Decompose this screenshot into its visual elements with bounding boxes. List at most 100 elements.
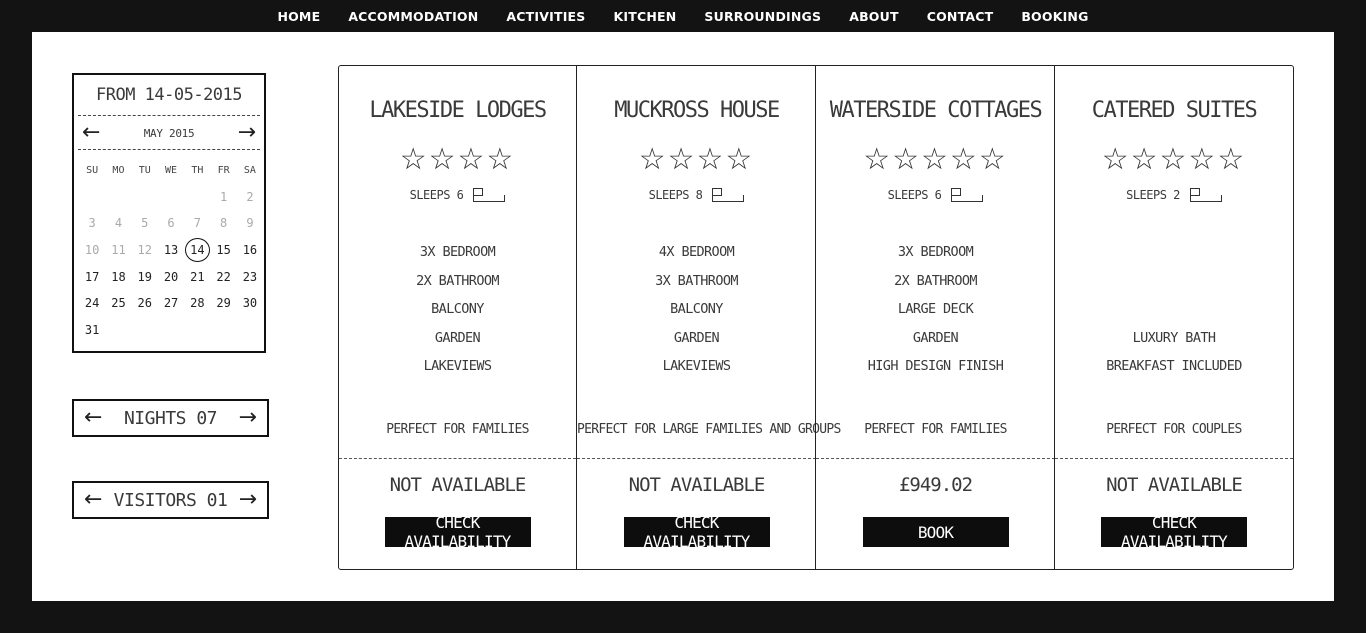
nav-about[interactable]: ABOUT: [849, 0, 899, 34]
check-availability-button[interactable]: CHECK AVAILABILITY: [623, 513, 770, 551]
nav-contact[interactable]: CONTACT: [927, 0, 994, 34]
accommodation-cards: LAKESIDE LODGES ☆☆☆☆ SLEEPS 6 3X BEDROOM 2X …: [338, 65, 1294, 570]
book-button[interactable]: BOOK: [862, 517, 1009, 547]
calendar-day[interactable]: 21: [184, 270, 210, 284]
calendar-day[interactable]: 15: [210, 243, 236, 257]
calendar-day[interactable]: 29: [210, 296, 236, 310]
nights-decrease-icon[interactable]: ←: [84, 407, 102, 429]
feature-item: LARGE DECK: [897, 301, 974, 318]
calendar-day[interactable]: 17: [79, 270, 105, 284]
bed-icon: [473, 188, 506, 202]
calendar-day[interactable]: 24: [79, 296, 105, 310]
card-tagline: PERFECT FOR LARGE FAMILIES AND GROUPS: [577, 422, 841, 437]
weekday-label: SU: [86, 164, 99, 176]
calendar-day[interactable]: 5: [132, 216, 158, 230]
calendar-day[interactable]: 18: [105, 270, 131, 284]
calendar-day[interactable]: 8: [210, 216, 236, 230]
calendar-day[interactable]: 13: [158, 243, 184, 257]
calendar-day[interactable]: 27: [158, 296, 184, 310]
calendar-day[interactable]: 7: [184, 216, 210, 230]
feature-item: GARDEN: [673, 329, 720, 346]
card-title: CATERED SUITES: [1091, 98, 1258, 123]
nights-label: NIGHTS 07: [123, 407, 218, 429]
calendar-grid: SU MO TU WE TH FR SA 1 2 3 4 5 6 7 8 9 10 11 12 13 14 15 16 17 1…: [79, 157, 263, 343]
calendar-day[interactable]: 19: [132, 270, 158, 284]
sleeps-label: SLEEPS 6: [409, 188, 464, 202]
sleeps-label: SLEEPS 8: [648, 188, 703, 202]
calendar-day[interactable]: 31: [79, 323, 105, 337]
top-nav: HOME ACCOMMODATION ACTIVITIES KITCHEN SU…: [0, 0, 1366, 34]
availability-status: NOT AVAILABLE: [628, 474, 766, 496]
visitors-increase-icon[interactable]: →: [239, 489, 257, 511]
accommodation-card: WATERSIDE COTTAGES ☆☆☆☆☆ SLEEPS 6 3X BEDROO…: [815, 66, 1055, 569]
feature-item: [1055, 295, 1293, 324]
calendar-day[interactable]: 23: [237, 270, 263, 284]
feature-item: [1055, 267, 1293, 296]
check-availability-button[interactable]: CHECK AVAILABILITY: [1101, 513, 1247, 551]
calendar-day[interactable]: 1: [210, 190, 236, 204]
calendar-day[interactable]: 28: [184, 296, 210, 310]
card-divider: [577, 458, 816, 459]
accommodation-card: CATERED SUITES ☆☆☆☆☆ SLEEPS 2 LUXURY BATH B…: [1054, 66, 1293, 569]
calendar-day[interactable]: 6: [158, 216, 184, 230]
feature-item: 4X BEDROOM: [658, 244, 735, 260]
calendar-day[interactable]: 12: [132, 243, 158, 257]
nav-home[interactable]: HOME: [277, 0, 320, 34]
rating-stars-icon: ☆☆☆☆: [399, 142, 516, 177]
feature-list: LUXURY BATH BREAKFAST INCLUDED: [1055, 238, 1293, 381]
feature-item: 3X BEDROOM: [419, 244, 496, 260]
bed-icon: [1189, 188, 1222, 202]
month-label: MAY 2015: [143, 126, 195, 140]
bed-icon: [712, 188, 745, 202]
card-tagline: PERFECT FOR FAMILIES: [864, 422, 1007, 437]
rating-stars-icon: ☆☆☆☆: [638, 142, 755, 177]
nav-accommodation[interactable]: ACCOMMODATION: [348, 0, 478, 34]
calendar-day[interactable]: 4: [105, 216, 131, 230]
weekday-label: TU: [138, 164, 151, 176]
check-availability-button[interactable]: CHECK AVAILABILITY: [384, 513, 531, 551]
calendar-day[interactable]: 2: [237, 190, 263, 204]
nav-activities[interactable]: ACTIVITIES: [506, 0, 585, 34]
calendar-day[interactable]: 25: [105, 296, 131, 310]
card-divider: [339, 458, 576, 459]
nights-stepper: ← NIGHTS 07 →: [72, 399, 269, 437]
availability-status: NOT AVAILABLE: [389, 474, 527, 496]
feature-item: HIGH DESIGN FINISH: [867, 358, 1004, 375]
feature-list: 3X BEDROOM 2X BATHROOM BALCONY GARDEN LAKEVI…: [339, 238, 576, 381]
weekday-label: SA: [243, 164, 256, 176]
feature-item: LAKEVIEWS: [423, 358, 492, 375]
card-title: MUCKROSS HOUSE: [614, 98, 780, 123]
calendar-day[interactable]: 30: [237, 296, 263, 310]
calendar-day[interactable]: 26: [132, 296, 158, 310]
feature-item: 2X BATHROOM: [416, 272, 499, 289]
card-divider: [1055, 458, 1293, 459]
arrow-left-icon[interactable]: ←: [82, 122, 100, 144]
calendar-day[interactable]: 3: [79, 216, 105, 230]
nav-kitchen[interactable]: KITCHEN: [614, 0, 677, 34]
feature-list: 4X BEDROOM 3X BATHROOM BALCONY GARDEN LAKEVI…: [577, 238, 816, 381]
rating-stars-icon: ☆☆☆☆☆: [1101, 142, 1247, 177]
calendar-divider: [78, 149, 260, 150]
nav-surroundings[interactable]: SURROUNDINGS: [704, 0, 821, 34]
visitors-decrease-icon[interactable]: ←: [84, 489, 102, 511]
accommodation-card: LAKESIDE LODGES ☆☆☆☆ SLEEPS 6 3X BEDROOM 2X …: [339, 66, 576, 569]
feature-item: 3X BATHROOM: [655, 272, 738, 289]
sleeps-label: SLEEPS 2: [1126, 188, 1180, 202]
calendar-day[interactable]: 9: [237, 216, 263, 230]
availability-status: £949.02: [898, 474, 973, 496]
calendar-day[interactable]: 16: [237, 243, 263, 257]
calendar-day[interactable]: 11: [105, 243, 131, 257]
feature-list: 3X BEDROOM 2X BATHROOM LARGE DECK GARDEN HIG…: [816, 238, 1055, 381]
calendar-day-selected[interactable]: 14: [184, 238, 211, 263]
bed-icon: [951, 188, 984, 202]
calendar-day[interactable]: 20: [158, 270, 184, 284]
calendar-day[interactable]: 10: [79, 243, 105, 257]
nav-booking[interactable]: BOOKING: [1021, 0, 1088, 34]
availability-status: NOT AVAILABLE: [1106, 474, 1243, 496]
weekday-label: FR: [217, 164, 230, 176]
arrow-right-icon[interactable]: →: [238, 122, 256, 144]
calendar-day[interactable]: 22: [210, 270, 236, 284]
visitors-label: VISITORS 01: [113, 489, 228, 511]
feature-item: BREAKFAST INCLUDED: [1106, 358, 1242, 375]
nights-increase-icon[interactable]: →: [239, 407, 257, 429]
